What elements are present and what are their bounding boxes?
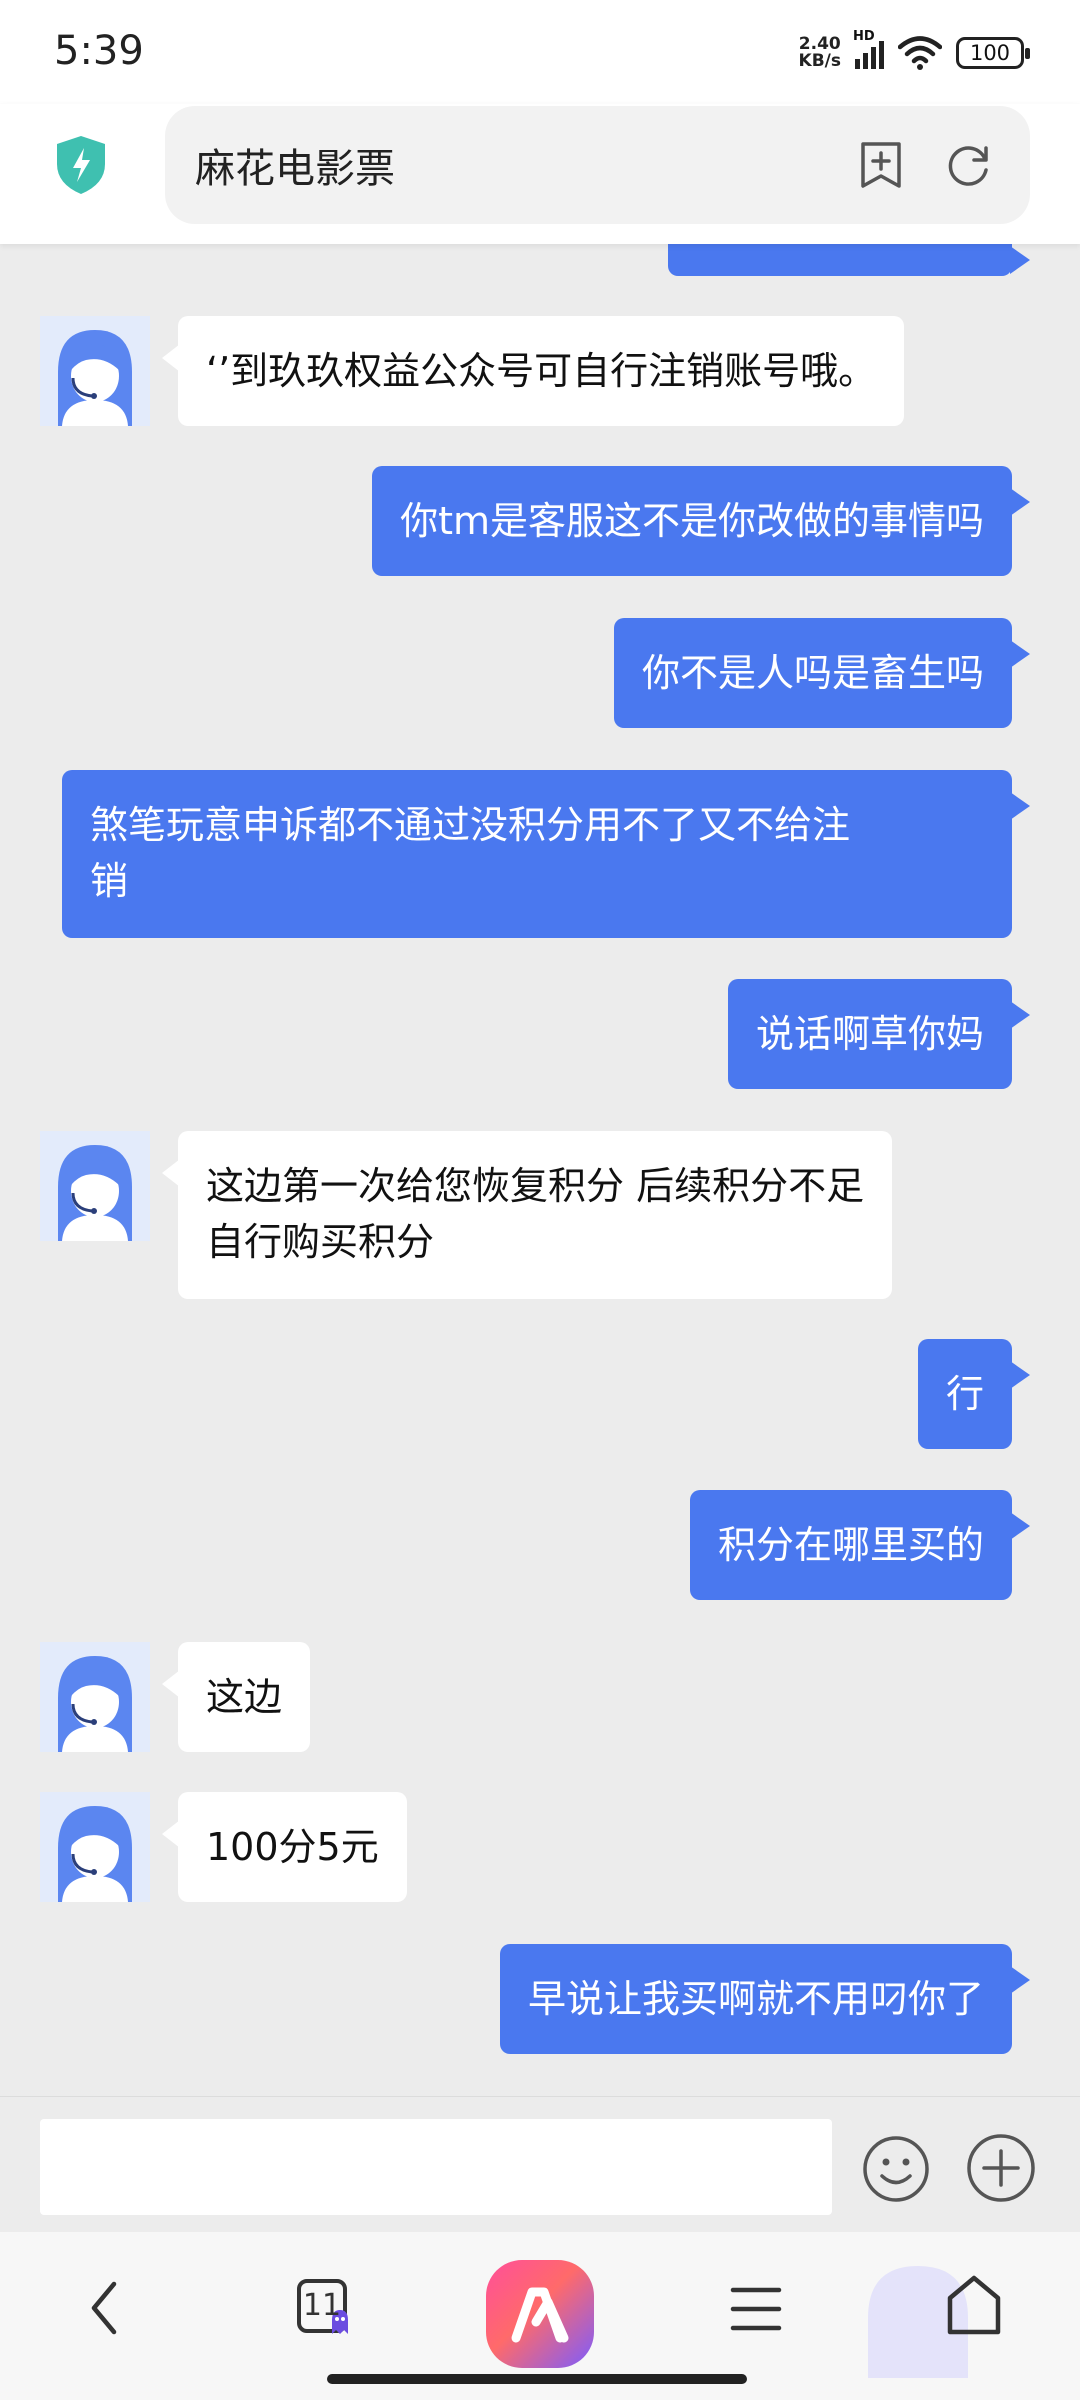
app-logo-icon xyxy=(511,2287,569,2343)
customer-service-avatar-icon xyxy=(40,1131,150,1241)
agent-avatar xyxy=(40,316,150,426)
message-text: 100分5元 xyxy=(206,1825,379,1869)
network-type-label: HD xyxy=(853,29,875,44)
message-text: 煞笔玩意申诉都不通过没积分用不了又不给注 xyxy=(90,803,851,847)
message-bubble-in: 这边 xyxy=(161,1642,311,1752)
chat-input-bar xyxy=(0,2096,1080,2232)
signal-icon: HD xyxy=(853,29,884,69)
browser-bottom-nav: 11 xyxy=(0,2232,1080,2400)
home-indicator[interactable] xyxy=(327,2374,747,2384)
message-text: 自行购买积分 xyxy=(206,1220,435,1264)
message-text: 销 xyxy=(90,859,129,903)
message-text: 积分在哪里买的 xyxy=(717,1523,984,1567)
message-text: 这边第一次给您恢复积分 后续积分不足 xyxy=(206,1164,865,1208)
message-bubble-out: 早说让我买啊就不用叼你了 xyxy=(499,1944,1031,2054)
battery-level: 100 xyxy=(969,41,1011,65)
message-bubble-out: 说话啊草你妈 xyxy=(727,979,1031,1089)
browser-address-bar: 麻花电影票 xyxy=(0,104,1080,244)
message-text: 行 xyxy=(945,1372,984,1416)
home-icon[interactable] xyxy=(946,2274,1002,2336)
add-bookmark-icon[interactable] xyxy=(858,140,904,190)
message-text: 说话啊草你妈 xyxy=(755,1012,984,1056)
message-text: 早说让我买啊就不用叼你了 xyxy=(527,1977,984,2021)
status-time: 5:39 xyxy=(54,28,144,74)
shield-icon[interactable] xyxy=(54,134,108,196)
message-bubble-out: 行 xyxy=(917,1339,1031,1449)
tab-count: 11 xyxy=(302,2288,342,2323)
message-bubble-out: 你不是人吗是畜生吗 xyxy=(613,618,1031,728)
message-bubble-in: 这边第一次给您恢复积分 后续积分不足 自行购买积分 xyxy=(161,1131,893,1299)
agent-avatar xyxy=(40,1642,150,1752)
plus-icon[interactable] xyxy=(966,2133,1036,2203)
status-bar: 5:39 2.40 KB/s HD 100 xyxy=(0,0,1080,104)
menu-icon[interactable] xyxy=(730,2284,782,2334)
message-text: 你不是人吗是畜生吗 xyxy=(641,651,984,695)
network-speed-unit: KB/s xyxy=(798,51,841,71)
app-logo-button[interactable] xyxy=(486,2260,594,2368)
customer-service-avatar-icon xyxy=(40,316,150,426)
back-icon[interactable] xyxy=(84,2278,128,2338)
message-bubble-out xyxy=(668,244,1030,276)
chat-message-list[interactable]: ‘’到玖玖权益公众号可自行注销账号哦。 你tm是客服这不是你改做的事情吗 你不是… xyxy=(0,244,1080,2096)
network-speed: 2.40 KB/s xyxy=(799,36,841,70)
page-title[interactable]: 麻花电影票 xyxy=(195,136,395,194)
emoji-icon[interactable] xyxy=(862,2135,930,2203)
message-input[interactable] xyxy=(40,2119,832,2215)
message-bubble-out: 积分在哪里买的 xyxy=(689,1490,1031,1600)
status-icons: 2.40 KB/s HD 100 xyxy=(799,29,1030,76)
message-bubble-in: 100分5元 xyxy=(162,1792,407,1902)
tabs-button[interactable]: 11 xyxy=(296,2278,358,2340)
message-text: 这边 xyxy=(206,1675,283,1719)
agent-avatar xyxy=(40,1131,150,1241)
url-box[interactable]: 麻花电影票 xyxy=(165,106,1030,224)
message-text: 你tm是客服这不是你改做的事情吗 xyxy=(400,499,984,543)
message-bubble-out: 煞笔玩意申诉都不通过没积分用不了又不给注 销 xyxy=(62,770,1030,938)
customer-service-avatar-icon xyxy=(40,1642,150,1752)
message-text: ‘’到玖玖权益公众号可自行注销账号哦。 xyxy=(206,349,877,393)
message-bubble-in: ‘’到玖玖权益公众号可自行注销账号哦。 xyxy=(161,316,905,426)
wifi-icon xyxy=(898,36,942,70)
refresh-icon[interactable] xyxy=(946,142,992,188)
agent-avatar xyxy=(40,1792,150,1902)
message-bubble-out: 你tm是客服这不是你改做的事情吗 xyxy=(372,466,1030,576)
customer-service-avatar-icon xyxy=(40,1792,150,1902)
battery-icon: 100 xyxy=(956,37,1030,69)
